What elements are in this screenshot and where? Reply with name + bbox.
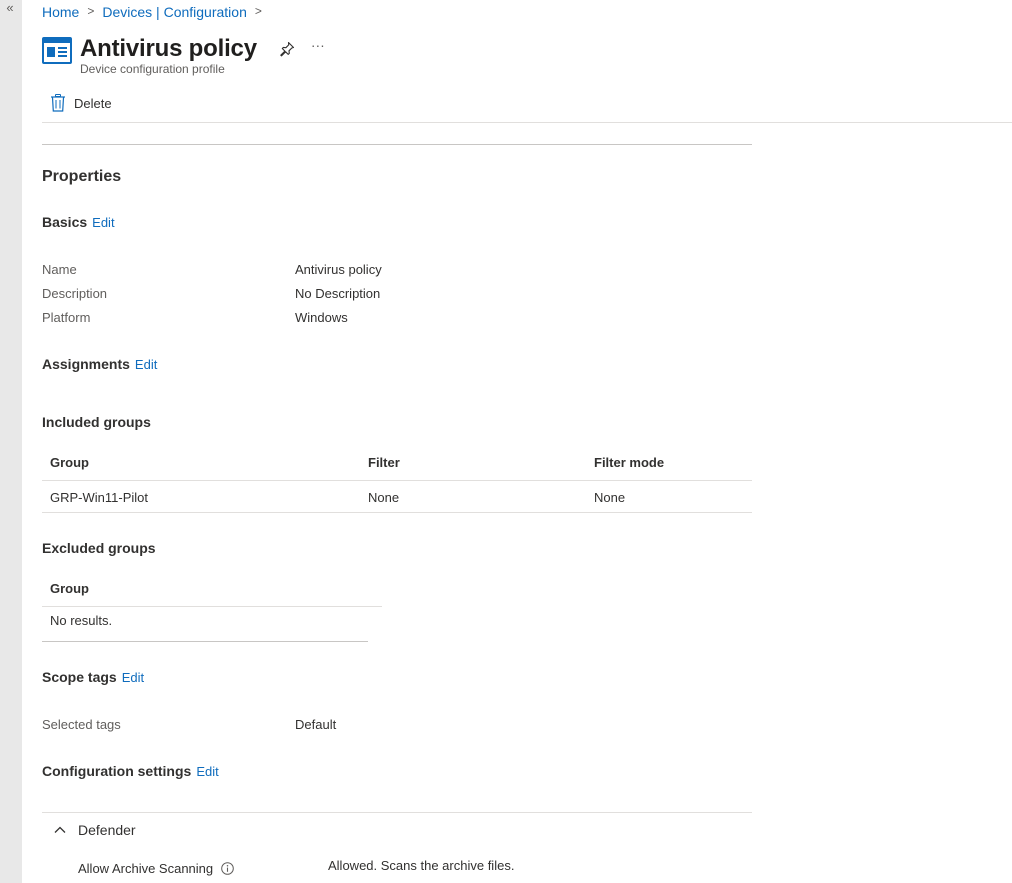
collapse-panel-icon[interactable]: « <box>2 0 18 16</box>
content-divider <box>42 144 752 145</box>
setting-label-text: Allow Archive Scanning <box>78 861 214 876</box>
breadcrumb: Home > Devices | Configuration > <box>42 4 270 20</box>
table-header-divider <box>42 480 752 481</box>
platform-label: Platform <box>42 310 91 325</box>
scope-tags-heading-label: Scope tags <box>42 669 117 685</box>
description-value: No Description <box>295 286 381 301</box>
properties-heading: Properties <box>42 168 122 185</box>
excluded-groups-heading: Excluded groups <box>42 540 156 556</box>
scope-tags-heading: Scope tags Edit <box>42 669 144 685</box>
name-label: Name <box>42 262 77 277</box>
basics-edit-link[interactable]: Edit <box>92 215 114 230</box>
basics-heading: Basics Edit <box>42 214 115 230</box>
column-header-filter-mode: Filter mode <box>594 455 665 470</box>
included-groups-heading-label: Included groups <box>42 414 151 430</box>
delete-button[interactable]: Delete <box>42 94 112 112</box>
assignments-heading: Assignments Edit <box>42 356 157 372</box>
included-group-filter: None <box>368 490 400 505</box>
accordion-defender-header[interactable]: Defender <box>78 822 136 838</box>
left-rail: « <box>0 0 22 883</box>
excluded-groups-heading-label: Excluded groups <box>42 540 156 556</box>
selected-tags-label: Selected tags <box>42 717 121 732</box>
included-groups-heading: Included groups <box>42 414 151 430</box>
column-header-group: Group <box>50 455 89 470</box>
empty-results-text: No results. <box>50 613 113 628</box>
table-header-divider <box>42 606 382 607</box>
info-icon[interactable] <box>221 862 234 875</box>
pin-icon[interactable] <box>279 41 295 57</box>
breadcrumb-devices-configuration-link[interactable]: Devices | Configuration <box>102 4 246 20</box>
configuration-settings-heading-label: Configuration settings <box>42 763 192 779</box>
page-subtitle: Device configuration profile <box>80 62 225 76</box>
page-title: Antivirus policy <box>80 35 257 62</box>
selected-tags-value: Default <box>295 717 337 732</box>
table-row-divider <box>42 512 752 513</box>
column-header-group: Group <box>50 581 89 596</box>
allow-archive-scanning-label: Allow Archive Scanning <box>78 861 234 876</box>
trash-icon <box>51 94 65 112</box>
column-header-filter: Filter <box>368 455 400 470</box>
delete-button-label: Delete <box>74 95 112 111</box>
breadcrumb-home-link[interactable]: Home <box>42 4 79 20</box>
included-group-filter-mode: None <box>594 490 626 505</box>
description-label: Description <box>42 286 108 301</box>
chevron-right-icon: > <box>254 4 262 18</box>
platform-value: Windows <box>295 310 348 325</box>
page-header: Antivirus policy ··· <box>42 32 325 66</box>
assignments-heading-label: Assignments <box>42 356 130 372</box>
configuration-settings-heading: Configuration settings Edit <box>42 763 219 779</box>
name-value: Antivirus policy <box>295 262 382 277</box>
table-bottom-divider <box>42 641 368 642</box>
chevron-up-icon[interactable] <box>54 824 66 836</box>
accordion-divider <box>42 812 752 813</box>
policy-profile-icon <box>42 37 72 64</box>
included-group-name: GRP-Win11-Pilot <box>50 490 149 505</box>
allow-archive-scanning-value: Allowed. Scans the archive files. <box>328 858 515 873</box>
chevron-right-icon: > <box>87 4 95 18</box>
scope-tags-edit-link[interactable]: Edit <box>122 670 144 685</box>
basics-heading-label: Basics <box>42 214 88 230</box>
configuration-settings-edit-link[interactable]: Edit <box>196 764 218 779</box>
toolbar-divider <box>42 122 1012 123</box>
more-icon[interactable]: ··· <box>311 37 325 53</box>
assignments-edit-link[interactable]: Edit <box>135 357 157 372</box>
